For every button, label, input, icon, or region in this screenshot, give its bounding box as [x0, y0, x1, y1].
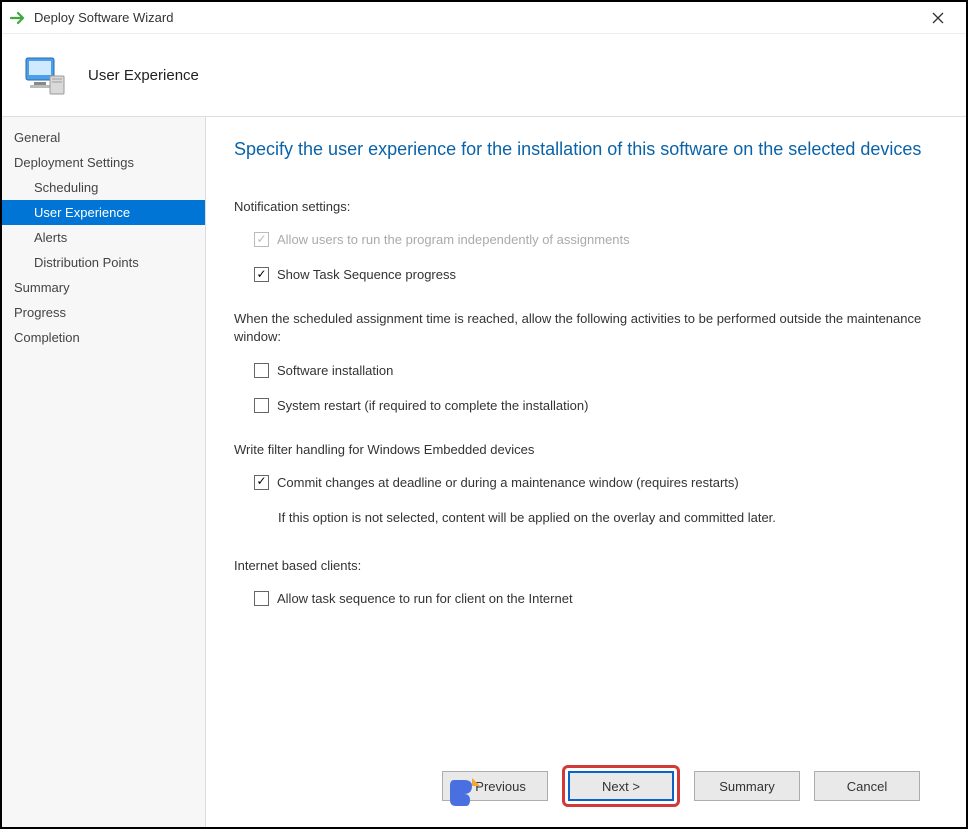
sidebar-item-distribution-points[interactable]: Distribution Points	[2, 250, 205, 275]
checkbox-internet-label: Allow task sequence to run for client on…	[277, 591, 573, 606]
checkbox-row-commit-changes: Commit changes at deadline or during a m…	[254, 475, 938, 490]
sidebar-item-scheduling[interactable]: Scheduling	[2, 175, 205, 200]
checkbox-show-progress-label: Show Task Sequence progress	[277, 267, 456, 282]
wizard-window: Deploy Software Wizard User Experience G…	[0, 0, 968, 829]
window-title: Deploy Software Wizard	[34, 10, 918, 25]
sidebar-item-progress[interactable]: Progress	[2, 300, 205, 325]
body: General Deployment Settings Scheduling U…	[2, 116, 966, 827]
sidebar-item-general[interactable]: General	[2, 125, 205, 150]
sidebar-item-completion[interactable]: Completion	[2, 325, 205, 350]
checkbox-software-install-label: Software installation	[277, 363, 393, 378]
internet-clients-label: Internet based clients:	[234, 557, 938, 575]
main-heading: Specify the user experience for the inst…	[234, 137, 938, 161]
computer-icon	[20, 50, 70, 100]
checkbox-internet[interactable]	[254, 591, 269, 606]
checkbox-row-allow-independent: Allow users to run the program independe…	[254, 232, 938, 247]
app-arrow-icon	[10, 11, 28, 25]
sidebar-item-user-experience[interactable]: User Experience	[2, 200, 205, 225]
next-button[interactable]: Next >	[568, 771, 674, 801]
notification-settings-label: Notification settings:	[234, 199, 938, 214]
header: User Experience	[2, 34, 966, 116]
checkbox-commit-changes-label: Commit changes at deadline or during a m…	[277, 475, 739, 490]
checkbox-allow-independent	[254, 232, 269, 247]
checkbox-system-restart-label: System restart (if required to complete …	[277, 398, 588, 413]
titlebar: Deploy Software Wizard	[2, 2, 966, 34]
sidebar: General Deployment Settings Scheduling U…	[2, 117, 206, 827]
checkbox-software-install[interactable]	[254, 363, 269, 378]
checkbox-commit-changes[interactable]	[254, 475, 269, 490]
write-filter-label: Write filter handling for Windows Embedd…	[234, 441, 938, 459]
checkbox-row-system-restart: System restart (if required to complete …	[254, 398, 938, 413]
checkbox-row-show-progress: Show Task Sequence progress	[254, 267, 938, 282]
sidebar-item-alerts[interactable]: Alerts	[2, 225, 205, 250]
sidebar-item-deployment-settings[interactable]: Deployment Settings	[2, 150, 205, 175]
step-title: User Experience	[88, 67, 199, 84]
commit-note: If this option is not selected, content …	[278, 510, 938, 525]
checkbox-show-progress[interactable]	[254, 267, 269, 282]
cancel-button[interactable]: Cancel	[814, 771, 920, 801]
main-panel: Specify the user experience for the inst…	[206, 117, 966, 827]
checkbox-system-restart[interactable]	[254, 398, 269, 413]
brand-logo-icon	[446, 776, 480, 813]
close-button[interactable]	[918, 4, 958, 32]
checkbox-allow-independent-label: Allow users to run the program independe…	[277, 232, 630, 247]
checkbox-row-internet: Allow task sequence to run for client on…	[254, 591, 938, 606]
maintenance-window-text: When the scheduled assignment time is re…	[234, 310, 938, 346]
footer-buttons: < Previous Next > Summary Cancel	[234, 751, 938, 827]
summary-button[interactable]: Summary	[694, 771, 800, 801]
next-button-highlight: Next >	[562, 765, 680, 807]
checkbox-row-software-install: Software installation	[254, 363, 938, 378]
sidebar-item-summary[interactable]: Summary	[2, 275, 205, 300]
